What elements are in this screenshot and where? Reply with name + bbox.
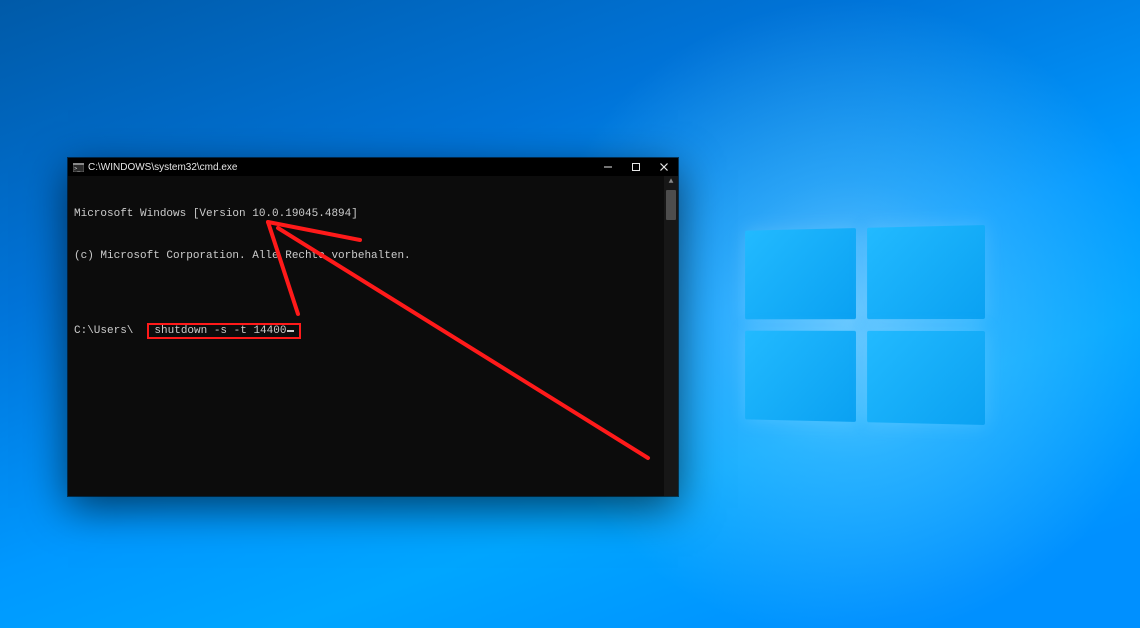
close-button[interactable] (650, 158, 678, 176)
minimize-button[interactable] (594, 158, 622, 176)
maximize-button[interactable] (622, 158, 650, 176)
prompt-row: C:\Users\ shutdown -s -t 14400 (74, 323, 672, 339)
window-title: C:\WINDOWS\system32\cmd.exe (88, 162, 237, 173)
terminal-line: Microsoft Windows [Version 10.0.19045.48… (74, 207, 672, 221)
svg-text:>_: >_ (74, 166, 81, 172)
windows-desktop: >_ C:\WINDOWS\system32\cmd.exe (0, 0, 1140, 628)
cmd-window[interactable]: >_ C:\WINDOWS\system32\cmd.exe (68, 158, 678, 496)
cmd-icon: >_ (72, 161, 84, 173)
scrollbar-thumb[interactable] (666, 190, 676, 220)
scrollbar-up-arrow-icon[interactable]: ▲ (664, 176, 678, 188)
titlebar[interactable]: >_ C:\WINDOWS\system32\cmd.exe (68, 158, 678, 176)
terminal-body[interactable]: Microsoft Windows [Version 10.0.19045.48… (68, 176, 678, 496)
vertical-scrollbar[interactable]: ▲ (664, 176, 678, 496)
windows-logo-tile (745, 331, 856, 422)
typed-command: shutdown -s -t 14400 (154, 324, 286, 338)
windows-logo-tile (867, 225, 985, 319)
windows-logo-tile (867, 331, 985, 425)
windows-logo (745, 225, 985, 425)
window-controls (594, 158, 678, 176)
text-cursor (287, 330, 294, 332)
command-highlight-box: shutdown -s -t 14400 (147, 323, 301, 339)
windows-logo-tile (745, 228, 856, 319)
prompt-path: C:\Users\ (74, 324, 133, 338)
terminal-line: (c) Microsoft Corporation. Alle Rechte v… (74, 249, 672, 263)
